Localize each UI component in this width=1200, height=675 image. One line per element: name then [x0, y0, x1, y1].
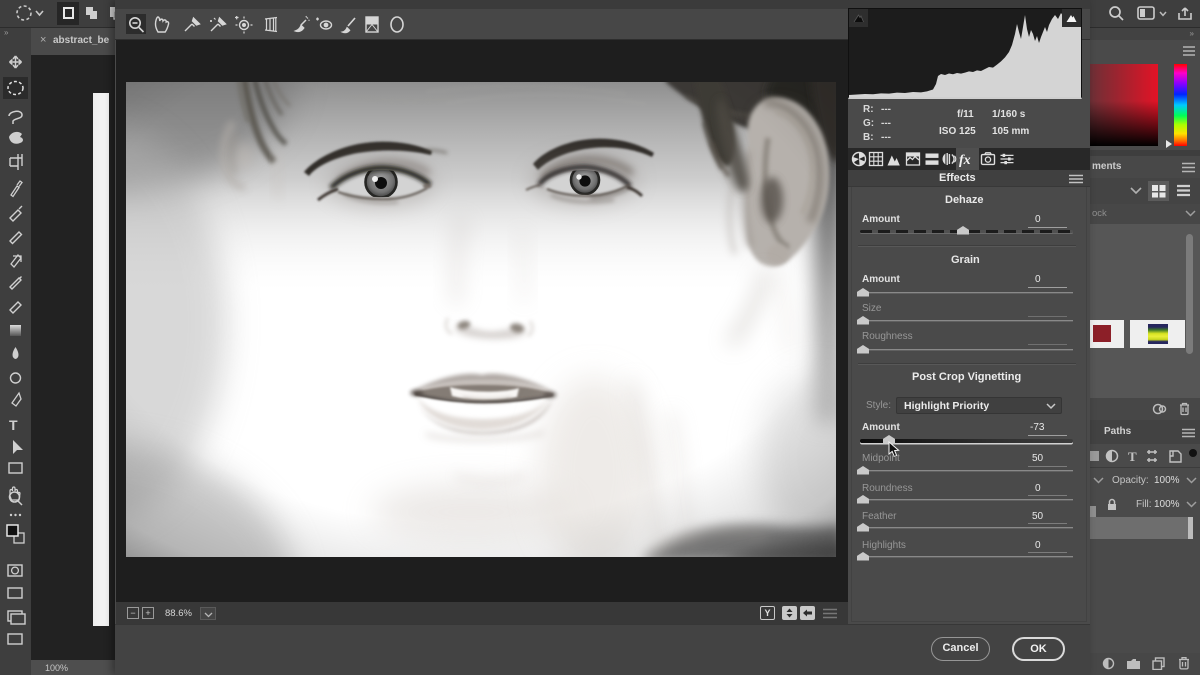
svg-text:T: T: [1128, 449, 1137, 464]
svg-text:T: T: [9, 417, 18, 433]
svg-text:fx: fx: [959, 153, 971, 168]
